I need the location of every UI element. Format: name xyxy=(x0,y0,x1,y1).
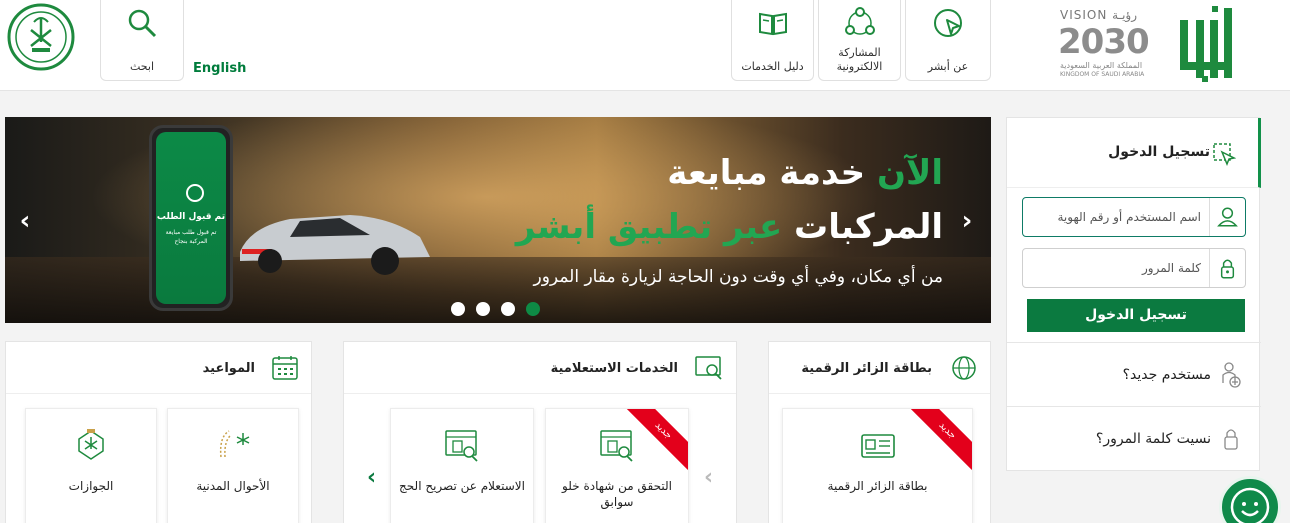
search-button[interactable]: ابحث xyxy=(100,0,184,81)
hero-carousel[interactable]: تم قبول الطلب تم قبول طلب مبايعة المركبة… xyxy=(5,117,991,323)
calendar-icon xyxy=(272,356,298,380)
carousel-dot[interactable] xyxy=(451,302,465,316)
new-user-link[interactable]: مستخدم جديد؟ xyxy=(1007,342,1261,406)
tile-visitor-card[interactable]: جديد بطاقة الزائر الرقمية xyxy=(782,408,973,523)
cursor-circle-icon xyxy=(934,9,962,37)
carousel-prev-arrow-icon[interactable]: ‹ xyxy=(13,207,37,235)
inquiry-next-chevron-icon[interactable]: ‹ xyxy=(367,467,376,489)
check-icon xyxy=(186,184,204,202)
carousel-dot[interactable] xyxy=(476,302,490,316)
nav-about-absher[interactable]: عن أبشر xyxy=(905,0,991,81)
search-screen-icon xyxy=(695,356,722,380)
login-panel: تسجيل الدخول اسم المستخدم أو رقم الهوية … xyxy=(1006,117,1261,471)
login-header: تسجيل الدخول xyxy=(1007,118,1261,188)
banner-subtitle: من أي مكان، وفي أي وقت دون الحاجة لزيارة… xyxy=(533,267,943,287)
ministry-emblem xyxy=(7,3,75,71)
id-card-icon xyxy=(860,434,895,458)
passports-emblem-icon xyxy=(78,429,104,460)
add-user-icon xyxy=(1222,362,1241,388)
banner-title-line1: الآن خدمة مبايعة xyxy=(667,153,943,193)
network-icon xyxy=(844,7,875,35)
doc-search-icon xyxy=(445,430,478,462)
vision-2030-logo: VISION رؤيـة 2030 المملكة العربية السعود… xyxy=(1058,8,1150,78)
site-header: VISION رؤيـة 2030 المملكة العربية السعود… xyxy=(0,0,1290,91)
login-submit-button[interactable]: تسجيل الدخول xyxy=(1027,299,1245,332)
key-lock-icon xyxy=(1224,429,1238,450)
carousel-next-arrow-icon[interactable]: › xyxy=(955,207,979,235)
language-switch[interactable]: English xyxy=(193,61,246,76)
nav-e-participation[interactable]: المشاركة الالكترونية xyxy=(818,0,901,81)
inquiry-prev-chevron-icon[interactable]: ‹ xyxy=(704,467,713,489)
chat-assistant-button[interactable] xyxy=(1219,476,1281,523)
banner-title-line2: المركبات عبر تطبيق أبشر xyxy=(515,207,943,247)
carousel-dot[interactable] xyxy=(501,302,515,316)
civil-affairs-logo-icon xyxy=(219,430,250,458)
tile-passports[interactable]: الجوازات xyxy=(25,408,157,523)
smiley-chat-icon xyxy=(1230,487,1270,523)
username-field[interactable]: اسم المستخدم أو رقم الهوية xyxy=(1022,197,1246,237)
absher-logo[interactable] xyxy=(1172,4,1240,84)
tile-civil-affairs[interactable]: الأحوال المدنية xyxy=(167,408,299,523)
lock-icon xyxy=(1209,249,1235,287)
user-icon xyxy=(1209,198,1238,236)
doc-search-icon xyxy=(600,430,633,462)
book-icon xyxy=(758,12,787,36)
password-field[interactable]: كلمة المرور xyxy=(1022,248,1246,288)
new-badge: جديد xyxy=(908,409,972,470)
search-icon xyxy=(128,9,157,38)
nav-services-guide[interactable]: دليل الخدمات xyxy=(731,0,814,81)
login-cursor-icon xyxy=(1213,143,1236,166)
globe-icon xyxy=(952,356,976,380)
carousel-dots xyxy=(451,302,540,316)
car-image xyxy=(240,215,430,275)
tile-clearance-certificate[interactable]: جديد التحقق من شهادة خلو سوابق xyxy=(545,408,689,523)
forgot-password-link[interactable]: نسيت كلمة المرور؟ xyxy=(1007,406,1261,470)
tile-hajj-permit[interactable]: الاستعلام عن تصريح الحج xyxy=(390,408,534,523)
carousel-dot-active[interactable] xyxy=(526,302,540,316)
phone-mockup: تم قبول الطلب تم قبول طلب مبايعة المركبة… xyxy=(149,125,233,311)
